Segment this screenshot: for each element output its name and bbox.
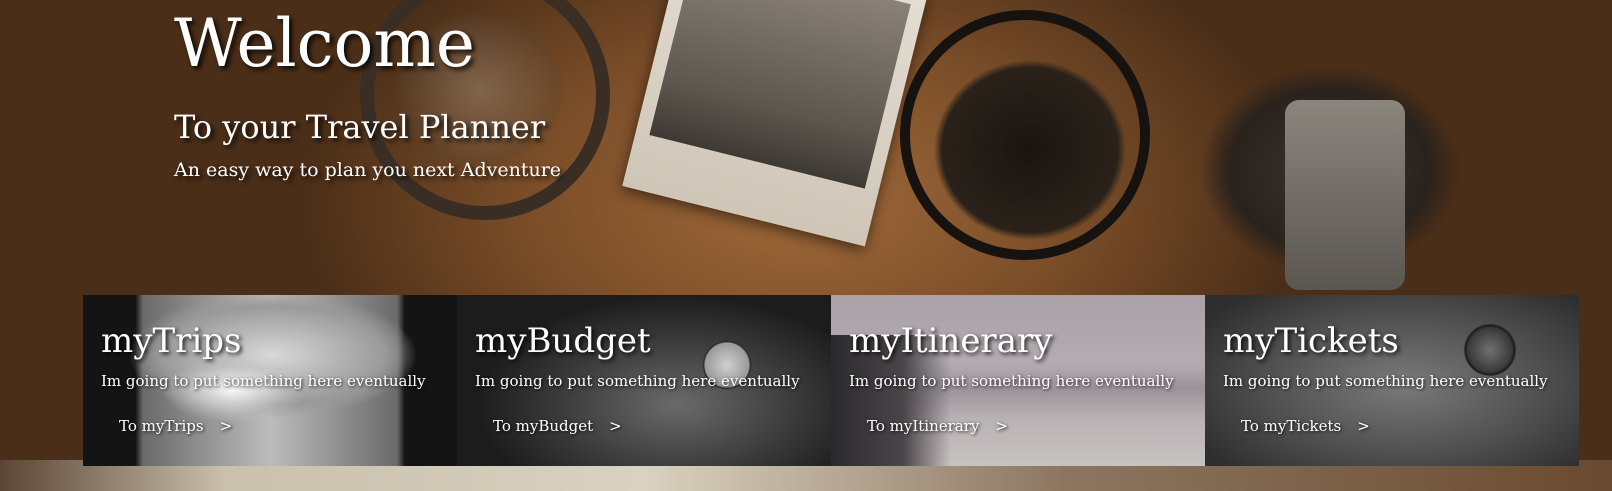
page-background: Welcome To your Travel Planner An easy w… <box>0 0 1612 491</box>
card-description: Im going to put something here eventuall… <box>101 372 426 390</box>
to-mybudget-link[interactable]: To myBudget > <box>493 416 622 436</box>
link-label: To myTrips <box>119 417 204 435</box>
vintage-camera-image <box>1285 100 1405 290</box>
feature-cards: myTrips Im going to put something here e… <box>83 295 1580 466</box>
hero-subtitle: To your Travel Planner <box>174 108 546 146</box>
hero-tagline: An easy way to plan you next Adventure <box>174 159 562 181</box>
link-label: To myTickets <box>1241 417 1342 435</box>
chevron-right-icon: > <box>609 417 622 435</box>
card-title: myBudget <box>475 321 651 361</box>
chevron-right-icon: > <box>219 417 233 435</box>
card-title: myTrips <box>101 321 242 361</box>
camera-lens-image <box>900 10 1150 260</box>
card-myitinerary: myItinerary Im going to put something he… <box>831 295 1205 466</box>
card-description: Im going to put something here eventuall… <box>1223 372 1548 390</box>
card-description: Im going to put something here eventuall… <box>475 372 800 390</box>
to-mytrips-link[interactable]: To myTrips > <box>119 416 232 436</box>
to-myitinerary-link[interactable]: To myItinerary > <box>867 416 1008 436</box>
card-title: myTickets <box>1223 321 1399 361</box>
photograph-image <box>622 0 928 247</box>
card-title: myItinerary <box>849 321 1053 361</box>
photograph-scene <box>649 0 911 189</box>
link-label: To myBudget <box>493 417 594 435</box>
chevron-right-icon: > <box>1357 417 1370 435</box>
link-label: To myItinerary <box>867 417 980 435</box>
card-description: Im going to put something here eventuall… <box>849 372 1174 390</box>
card-mytickets: myTickets Im going to put something here… <box>1205 295 1579 466</box>
chevron-right-icon: > <box>995 417 1008 435</box>
card-mybudget: myBudget Im going to put something here … <box>457 295 831 466</box>
hero-title: Welcome <box>174 5 475 82</box>
to-mytickets-link[interactable]: To myTickets > <box>1241 416 1370 436</box>
card-mytrips: myTrips Im going to put something here e… <box>83 295 457 466</box>
